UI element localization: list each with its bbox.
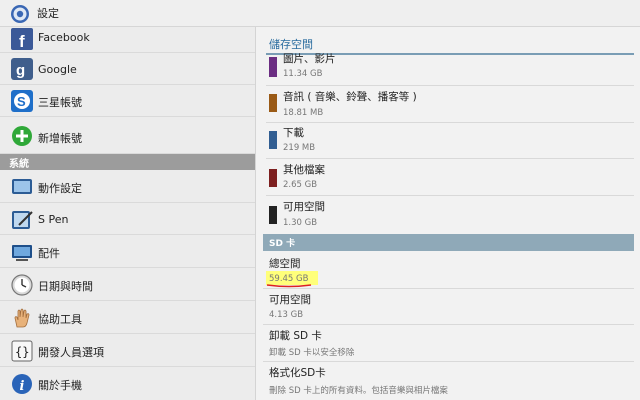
panel-title: 儲存空間 [269, 38, 313, 51]
sidebar-item-label: 三星帳號 [38, 96, 82, 109]
sd-total-label: 總空間 [269, 258, 301, 270]
sidebar-item-developer-options[interactable]: {} 開發人員選項 [0, 335, 255, 367]
svg-text:g: g [16, 62, 25, 79]
section-header-sd-card: SD 卡 [263, 234, 634, 251]
svg-text:S: S [17, 94, 26, 109]
svg-text:f: f [19, 32, 25, 50]
sidebar-item-s-pen[interactable]: S Pen [0, 204, 255, 235]
storage-item-name: 音訊 ( 音樂、鈴聲、播客等 ) [283, 91, 417, 103]
sd-available-label: 可用空間 [269, 294, 311, 306]
sidebar-item-label: 動作設定 [38, 182, 82, 195]
sidebar-item-label: 新增帳號 [38, 132, 82, 145]
sd-available-space: 可用空間 4.13 GB [263, 289, 634, 325]
section-label: 系統 [9, 159, 29, 170]
sd-available-value: 4.13 GB [269, 310, 304, 320]
storage-item-name: 圖片、影片 [283, 53, 336, 65]
storage-item-name: 其他檔案 [283, 164, 325, 176]
format-sd-desc: 刪除 SD 卡上的所有資料。包括音樂與相片檔案 [269, 386, 448, 396]
svg-text:i: i [20, 379, 25, 394]
sidebar-item-label: Facebook [38, 31, 90, 44]
storage-item-available[interactable]: 可用空間 1.30 GB [266, 196, 634, 234]
accessory-icon [12, 245, 32, 261]
s-pen-icon [12, 211, 33, 229]
section-header-system: 系統 [0, 154, 255, 170]
storage-color-swatch [269, 57, 277, 77]
format-sd-label: 格式化SD卡 [269, 367, 326, 379]
sidebar-item-samsung-account[interactable]: S 三星帳號 [0, 86, 255, 117]
sidebar-item-label: 日期與時間 [38, 280, 93, 293]
sidebar-item-label: 關於手機 [38, 379, 82, 392]
sidebar-item-about-phone[interactable]: i 關於手機 [0, 368, 255, 400]
unmount-sd-desc: 卸載 SD 卡以安全移除 [269, 348, 355, 358]
facebook-icon: f [11, 28, 33, 50]
sidebar-item-label: 配件 [38, 247, 60, 260]
settings-sidebar: f Facebook g Google S 三星帳號 新增帳號 系統 動作設定 … [0, 27, 256, 400]
storage-item-value: 2.65 GB [283, 180, 318, 190]
sd-total-space: 總空間 59.45 GB [263, 251, 634, 289]
page-title: 設定 [37, 7, 59, 20]
sidebar-item-label: S Pen [38, 213, 69, 226]
sidebar-item-date-time[interactable]: 日期與時間 [0, 269, 255, 301]
motion-icon [12, 179, 32, 194]
svg-text:{}: {} [15, 345, 29, 359]
storage-item-value: 219 MB [283, 143, 316, 153]
sidebar-item-add-account[interactable]: 新增帳號 [0, 118, 255, 154]
storage-color-swatch [269, 169, 277, 187]
storage-item-audio[interactable]: 音訊 ( 音樂、鈴聲、播客等 ) 18.81 MB [266, 86, 634, 123]
unmount-sd-button[interactable]: 卸載 SD 卡 卸載 SD 卡以安全移除 [263, 325, 634, 362]
sidebar-item-accessibility[interactable]: 協助工具 [0, 302, 255, 334]
storage-panel: 儲存空間 圖片、影片 11.34 GB 音訊 ( 音樂、鈴聲、播客等 ) 18.… [257, 27, 640, 400]
settings-gear-icon[interactable] [10, 4, 30, 24]
storage-item-name: 下載 [283, 127, 304, 139]
sidebar-item-facebook[interactable]: f Facebook [0, 27, 255, 53]
developer-braces-icon: {} [11, 340, 33, 362]
storage-color-swatch [269, 94, 277, 112]
clock-icon [11, 274, 33, 296]
section-label: SD 卡 [269, 239, 296, 249]
storage-item-downloads[interactable]: 下載 219 MB [266, 123, 634, 159]
sd-total-value: 59.45 GB [269, 274, 309, 284]
storage-item-other-files[interactable]: 其他檔案 2.65 GB [266, 159, 634, 196]
storage-color-swatch [269, 206, 277, 224]
hand-icon [14, 308, 30, 328]
sidebar-item-label: Google [38, 63, 77, 76]
sidebar-item-label: 協助工具 [38, 313, 82, 326]
storage-item-pictures-videos[interactable]: 圖片、影片 11.34 GB [266, 53, 634, 86]
sidebar-item-motion[interactable]: 動作設定 [0, 170, 255, 203]
storage-item-name: 可用空間 [283, 201, 325, 213]
storage-item-value: 1.30 GB [283, 218, 318, 228]
storage-item-value: 11.34 GB [283, 69, 323, 79]
sidebar-item-label: 開發人員選項 [38, 346, 104, 359]
samsung-account-icon: S [11, 90, 33, 112]
info-icon: i [12, 374, 32, 394]
google-icon: g [11, 58, 33, 80]
sidebar-item-accessory[interactable]: 配件 [0, 236, 255, 268]
storage-color-swatch [269, 131, 277, 149]
add-icon [12, 126, 32, 146]
storage-item-value: 18.81 MB [283, 108, 324, 118]
unmount-sd-label: 卸載 SD 卡 [269, 330, 322, 342]
sidebar-item-google[interactable]: g Google [0, 54, 255, 85]
title-bar: 設定 [0, 0, 640, 27]
format-sd-button[interactable]: 格式化SD卡 刪除 SD 卡上的所有資料。包括音樂與相片檔案 [263, 362, 634, 400]
